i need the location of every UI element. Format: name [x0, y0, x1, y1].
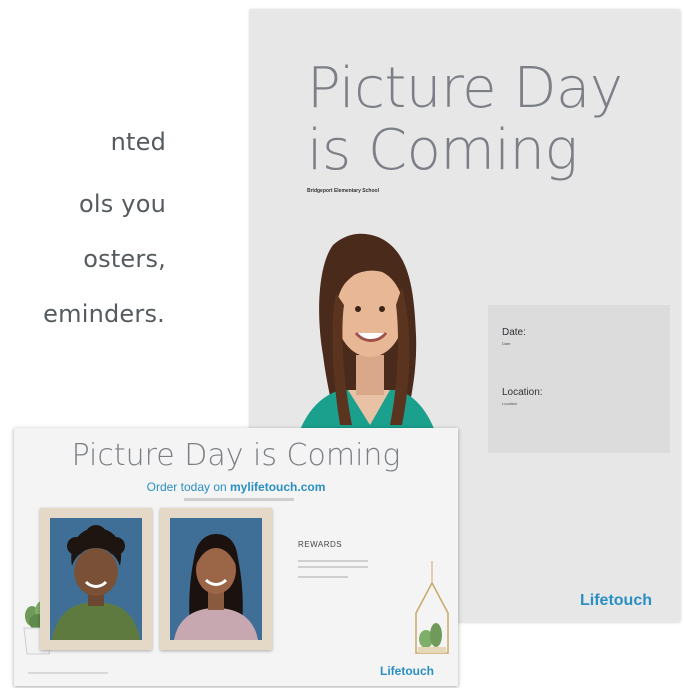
intro-text-block: : nted ols you osters, eminders.	[0, 0, 260, 360]
terrarium-icon	[415, 561, 449, 654]
lifetouch-logo: Lifetouch	[580, 592, 652, 609]
flyer-text-line	[298, 576, 348, 578]
date-label: Date:	[502, 327, 526, 338]
flyer-text-line	[298, 560, 368, 562]
flyer-fine-print	[28, 672, 108, 674]
intro-line: eminders.	[43, 300, 165, 328]
rewards-label: REWARDS	[298, 540, 343, 549]
date-value: Date	[502, 341, 511, 346]
intro-line: osters,	[83, 245, 166, 273]
lifetouch-logo: Lifetouch	[380, 664, 434, 678]
photo-frame-girl	[160, 508, 272, 650]
student-photo	[50, 518, 142, 640]
poster-school-name: Bridgeport Elementary School	[307, 188, 379, 194]
photo-frame-boy	[40, 508, 152, 650]
student-photo	[170, 518, 262, 640]
location-value: Location	[502, 401, 518, 406]
flyer-order-line: Order today on mylifetouch.com	[14, 480, 458, 494]
intro-line: ols you	[79, 190, 166, 218]
poster-title-line: Picture Day	[307, 56, 623, 121]
flyer-title: Picture Day is Coming	[71, 438, 401, 473]
flyer-order-prefix: Order today on	[146, 480, 231, 494]
picture-day-flyer: Picture Day is Coming Order today on myl…	[14, 428, 458, 686]
flyer-text-line	[298, 566, 368, 568]
poster-title: Picture Day is Coming	[307, 56, 623, 183]
flyer-fine-print	[184, 498, 294, 501]
location-label: Location:	[502, 387, 543, 398]
flyer-order-site: mylifetouch.com	[230, 480, 326, 494]
date-location-box: Date: Date Location: Location	[488, 305, 670, 453]
intro-line: nted	[110, 128, 166, 156]
poster-title-line: is Coming	[307, 118, 578, 183]
